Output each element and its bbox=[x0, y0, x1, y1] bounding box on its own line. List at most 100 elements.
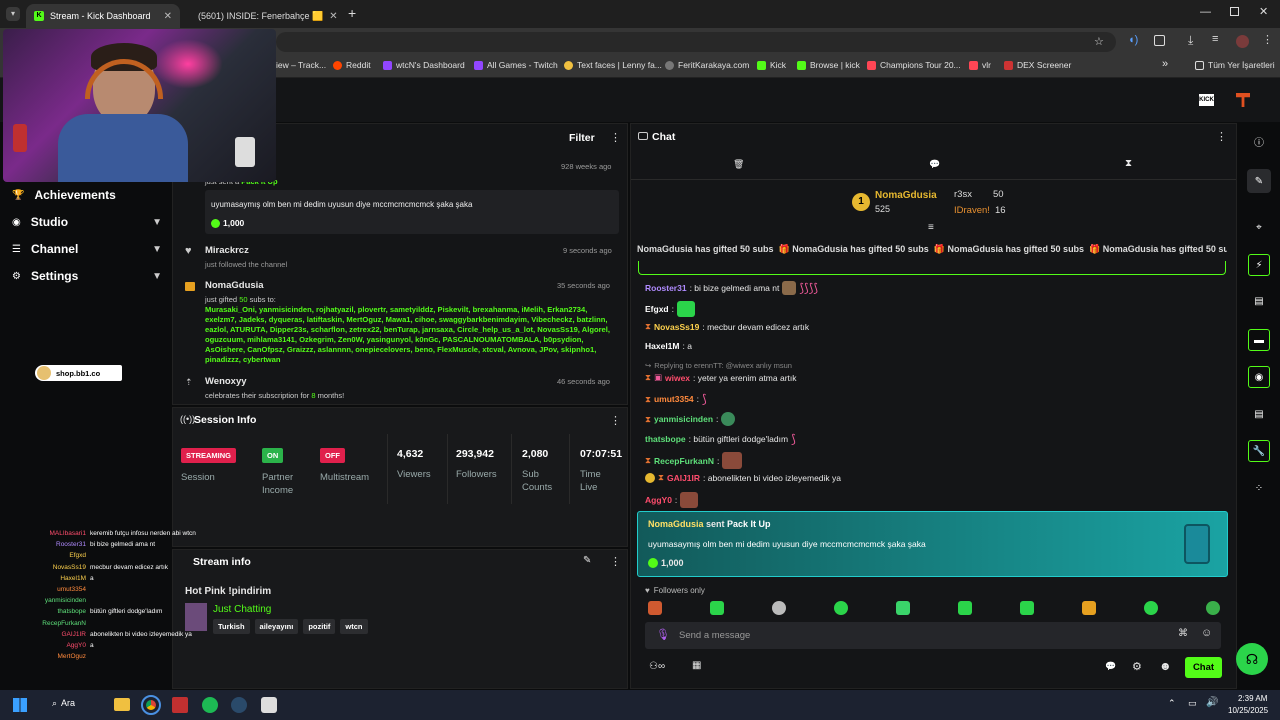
download-icon[interactable]: ⤓ bbox=[1188, 33, 1193, 48]
chat-user[interactable]: Haxel1M bbox=[645, 341, 680, 351]
chat-user[interactable]: Rooster31 bbox=[645, 283, 687, 293]
nav-settings[interactable]: ⚙ Settings ▼ bbox=[12, 269, 162, 283]
all-bookmarks[interactable]: Tüm Yer İşaretleri bbox=[1195, 60, 1275, 70]
close-tab-icon[interactable]: ✕ bbox=[164, 11, 172, 22]
bookmark-item[interactable]: vlr bbox=[969, 60, 991, 70]
app-icon[interactable] bbox=[172, 697, 188, 713]
chatters-icon[interactable]: ⚇∞ bbox=[649, 661, 665, 672]
event-user[interactable]: Wenoxyy bbox=[205, 376, 247, 387]
microphone-icon[interactable]: 🎙 bbox=[656, 628, 670, 641]
bookmark-item[interactable]: Champions Tour 20... bbox=[867, 60, 961, 70]
speech-icon[interactable]: 💬 bbox=[929, 159, 940, 170]
tray-chevron-icon[interactable]: ⌃ bbox=[1168, 698, 1176, 709]
emote-picker-icon[interactable]: ☻ bbox=[1159, 659, 1172, 673]
tab-list-icon[interactable]: ▾ bbox=[6, 7, 20, 21]
bookmark-item[interactable]: Browse | kick bbox=[797, 60, 860, 70]
emote-icon[interactable] bbox=[896, 601, 910, 615]
comment-icon[interactable]: ▬ bbox=[1248, 329, 1270, 351]
spotify-icon[interactable] bbox=[202, 697, 218, 713]
bookmark-item[interactable]: All Games - Twitch bbox=[474, 60, 558, 70]
hourglass-icon[interactable]: ⧗ bbox=[1125, 158, 1132, 169]
bookmark-item[interactable]: DEX Screener bbox=[1004, 60, 1071, 70]
stream-info-menu-icon[interactable]: ⋮ bbox=[610, 555, 621, 568]
wrench-icon[interactable]: 🔧 bbox=[1248, 440, 1270, 462]
stream-tag[interactable]: Turkish bbox=[213, 619, 250, 634]
emote-icon[interactable] bbox=[1206, 601, 1220, 615]
expand-icon[interactable]: ≡ bbox=[928, 222, 934, 233]
tab-youtube[interactable]: (5601) INSIDE: Fenerbahçe 🟨 ✕ bbox=[184, 4, 340, 28]
chat-user[interactable]: AggY0 bbox=[645, 495, 672, 505]
chat-menu-icon[interactable]: ⋮ bbox=[1216, 130, 1227, 143]
clock-date[interactable]: 10/25/2025 bbox=[1228, 706, 1268, 715]
clock-time[interactable]: 2:39 AM bbox=[1238, 694, 1267, 703]
chat-settings-icon[interactable]: ⚙ bbox=[1132, 660, 1142, 673]
new-tab-button[interactable]: + bbox=[348, 5, 356, 21]
stream-tag[interactable]: pozitif bbox=[303, 619, 336, 634]
send-chat-button[interactable]: Chat bbox=[1185, 657, 1222, 678]
trash-icon[interactable]: 🗑 bbox=[733, 159, 744, 170]
menu-icon[interactable]: ⋮ bbox=[1262, 33, 1273, 46]
steam-icon[interactable] bbox=[231, 697, 247, 713]
category-link[interactable]: Just Chatting bbox=[213, 604, 271, 615]
network-icon[interactable]: ▭ bbox=[1188, 698, 1197, 709]
emote-icon[interactable] bbox=[772, 601, 786, 615]
more-bookmarks[interactable]: » bbox=[1162, 58, 1168, 70]
target-icon[interactable]: ⌖ bbox=[1251, 219, 1267, 235]
maximize-icon[interactable] bbox=[1230, 7, 1239, 16]
emote-icon[interactable] bbox=[834, 601, 848, 615]
support-icon[interactable]: ☊ bbox=[1236, 643, 1268, 675]
emote-icon[interactable] bbox=[710, 601, 724, 615]
message-input[interactable]: 🎙 Send a message ⌘ ☺ bbox=[645, 622, 1221, 649]
edit-icon[interactable]: ✎ bbox=[583, 555, 591, 566]
info-icon[interactable]: ⓘ bbox=[1251, 133, 1267, 149]
puzzle-icon[interactable] bbox=[1154, 35, 1165, 46]
emote-icon[interactable] bbox=[1144, 601, 1158, 615]
nav-achievements[interactable]: 🏆 Achievements bbox=[12, 188, 162, 202]
bookmark-item[interactable]: Reddit bbox=[333, 60, 371, 70]
file-explorer-icon[interactable] bbox=[114, 698, 130, 711]
bookmark-item[interactable]: Text faces | Lenny fa... bbox=[564, 60, 662, 70]
command-icon[interactable]: ⌘ bbox=[1178, 628, 1188, 639]
nav-studio[interactable]: ◉ Studio ▼ bbox=[12, 215, 162, 229]
chat-user[interactable]: RecepFurkanN bbox=[654, 456, 714, 466]
chat-bubble-icon[interactable]: 💬 bbox=[1105, 661, 1116, 672]
close-window-icon[interactable]: ✕ bbox=[1259, 5, 1268, 18]
start-icon[interactable] bbox=[13, 698, 27, 712]
emote-icon[interactable] bbox=[958, 601, 972, 615]
star-icon[interactable]: ☆ bbox=[1094, 35, 1104, 48]
emote-icon[interactable] bbox=[648, 601, 662, 615]
tab-kick-dashboard[interactable]: K Stream - Kick Dashboard ✕ bbox=[26, 4, 180, 28]
apps-icon[interactable]: ⁘ bbox=[1251, 480, 1267, 496]
chat-user[interactable]: wiwex bbox=[665, 373, 690, 383]
layers-icon[interactable]: ▤ bbox=[1251, 406, 1267, 422]
bookmark-item[interactable]: Kick bbox=[757, 60, 786, 70]
bookmark-item[interactable]: iew – Track... bbox=[276, 60, 326, 70]
bookmark-item[interactable]: FeritKarakaya.com bbox=[665, 60, 749, 70]
chrome-icon[interactable] bbox=[141, 695, 161, 715]
emote-icon[interactable] bbox=[1082, 601, 1096, 615]
chat-user[interactable]: umut3354 bbox=[654, 394, 694, 404]
kick-logo-icon[interactable]: KICK bbox=[1199, 94, 1214, 106]
emoji-icon[interactable]: ☺ bbox=[1201, 627, 1212, 639]
close-tab-icon[interactable]: ✕ bbox=[329, 11, 337, 22]
game-icon[interactable] bbox=[261, 697, 277, 713]
leader-name[interactable]: r3sx bbox=[954, 189, 972, 200]
filter-button[interactable]: Filter bbox=[569, 132, 595, 144]
bookmark-item[interactable]: wtcN's Dashboard bbox=[383, 60, 465, 70]
bolt-icon[interactable]: ⚡ bbox=[1248, 254, 1270, 276]
document-icon[interactable]: ▤ bbox=[1251, 293, 1267, 309]
broadcast-icon[interactable]: ◉ bbox=[1248, 366, 1270, 388]
chat-user[interactable]: Efgxd bbox=[645, 304, 669, 314]
profile-avatar[interactable] bbox=[1236, 35, 1249, 48]
event-user[interactable]: Mirackrcz bbox=[205, 245, 249, 256]
media-icon[interactable]: ≡ bbox=[1212, 33, 1218, 45]
chat-user[interactable]: NovasSs19 bbox=[654, 322, 699, 332]
chat-user[interactable]: GAIJ1IR bbox=[667, 473, 700, 483]
channel-logo-icon[interactable] bbox=[1236, 93, 1250, 107]
leader-name[interactable]: IDraven! bbox=[954, 205, 990, 216]
emote-icon[interactable] bbox=[1020, 601, 1034, 615]
session-menu-icon[interactable]: ⋮ bbox=[610, 414, 621, 427]
nav-channel[interactable]: ☰ Channel ▼ bbox=[12, 242, 162, 256]
taskbar-search[interactable]: ⌕ Ara bbox=[52, 698, 75, 709]
pencil-icon[interactable]: ✎ bbox=[1247, 169, 1271, 193]
